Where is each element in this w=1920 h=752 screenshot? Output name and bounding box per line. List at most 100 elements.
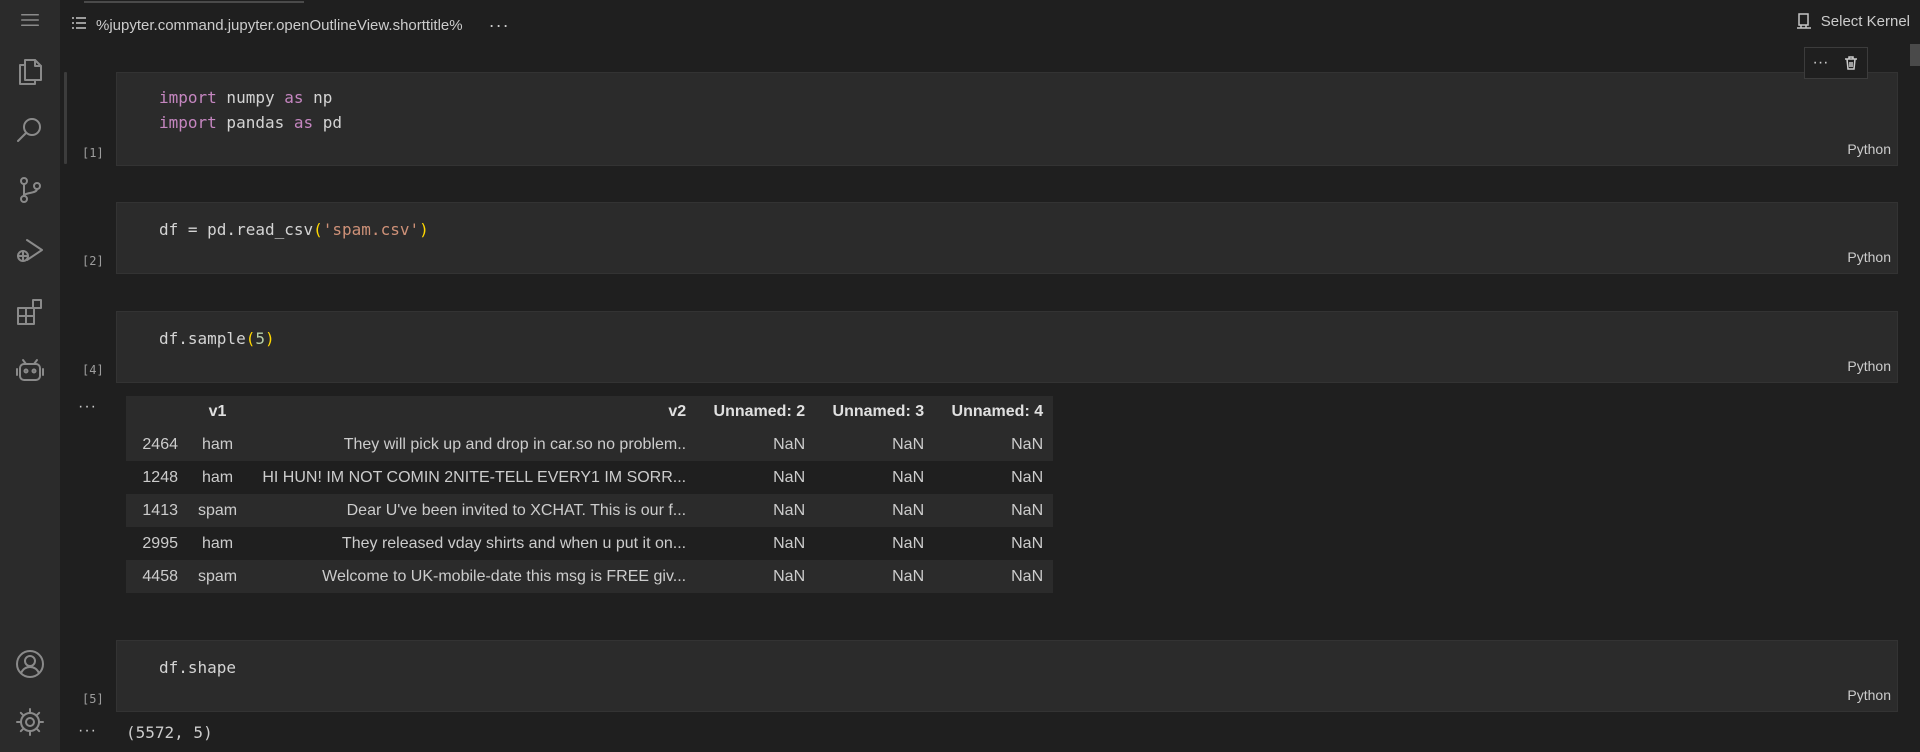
code-line[interactable]: df = pd.read_csv('spam.csv') [159, 217, 429, 242]
code-cell-2[interactable]: df = pd.read_csv('spam.csv') Python [116, 202, 1898, 274]
code-line[interactable]: import numpy as np [159, 85, 332, 110]
code-cell-1[interactable]: import numpy as np import pandas as pd P… [116, 72, 1898, 166]
source-control-icon[interactable] [0, 166, 60, 214]
paren: ) [264, 329, 275, 348]
dataframe-table: v1 v2 Unnamed: 2 Unnamed: 3 Unnamed: 4 2… [126, 396, 1054, 593]
table-row: 1413 spam Dear U've been invited to XCHA… [126, 494, 1054, 527]
execution-count: [1] [82, 146, 104, 160]
search-icon[interactable] [0, 106, 60, 154]
alias: pd [313, 113, 343, 132]
row-index: 1413 [126, 494, 188, 527]
table-cell: NaN [934, 527, 1054, 560]
code-cell-3[interactable]: df.sample(5) Python [116, 311, 1898, 383]
table-cell: NaN [934, 461, 1054, 494]
table-cell: ham [188, 428, 248, 461]
table-cell: NaN [815, 428, 935, 461]
code-cell-4[interactable]: df.shape Python [116, 640, 1898, 712]
table-cell: Dear U've been invited to XCHAT. This is… [247, 494, 697, 527]
table-cell: ham [188, 461, 248, 494]
shape-output: (5572, 5) [126, 723, 213, 742]
select-kernel-label: Select Kernel [1820, 12, 1910, 30]
outline-view-button[interactable]: %jupyter.command.jupyter.openOutlineView… [96, 17, 463, 34]
module-name: pandas [216, 113, 294, 132]
execution-count: [4] [82, 363, 104, 377]
row-index: 4458 [126, 560, 188, 593]
select-kernel-button[interactable]: Select Kernel [1795, 12, 1910, 30]
code-line[interactable]: df.shape [159, 655, 236, 680]
table-cell: NaN [815, 527, 935, 560]
row-index: 2995 [126, 527, 188, 560]
column-header: Unnamed: 2 [696, 396, 816, 428]
cell-language[interactable]: Python [1847, 249, 1891, 265]
code-line[interactable]: import pandas as pd [159, 110, 342, 135]
table-cell: They released vday shirts and when u put… [247, 527, 697, 560]
code-line[interactable]: df.sample(5) [159, 326, 275, 351]
delete-cell-icon[interactable] [1843, 55, 1859, 71]
table-cell: NaN [815, 461, 935, 494]
table-cell: NaN [934, 428, 1054, 461]
output-more-button[interactable]: ··· [78, 398, 97, 416]
run-debug-icon[interactable] [0, 226, 60, 274]
table-cell: NaN [934, 560, 1054, 593]
table-row: 2464 ham They will pick up and drop in c… [126, 428, 1054, 461]
module-name: numpy [216, 88, 285, 107]
breadcrumb [84, 0, 324, 6]
menu-icon[interactable] [0, 0, 60, 40]
extensions-icon[interactable] [0, 288, 60, 336]
cell-more-button[interactable]: ··· [1813, 54, 1829, 72]
table-cell: NaN [815, 494, 935, 527]
table-cell: NaN [696, 428, 816, 461]
table-cell: HI HUN! IM NOT COMIN 2NITE-TELL EVERY1 I… [247, 461, 697, 494]
cell-language[interactable]: Python [1847, 687, 1891, 703]
paren: ( [245, 329, 256, 348]
cell-language[interactable]: Python [1847, 358, 1891, 374]
table-cell: spam [188, 494, 248, 527]
account-icon[interactable] [0, 640, 60, 688]
table-cell: NaN [815, 560, 935, 593]
notebook-toolbar: %jupyter.command.jupyter.openOutlineView… [70, 10, 510, 40]
table-row: 2995 ham They released vday shirts and w… [126, 527, 1054, 560]
column-header: Unnamed: 4 [934, 396, 1054, 428]
execution-count: [2] [82, 254, 104, 268]
outline-list-icon[interactable] [70, 14, 88, 37]
execution-count: [5] [82, 692, 104, 706]
table-header-row: v1 v2 Unnamed: 2 Unnamed: 3 Unnamed: 4 [126, 396, 1054, 428]
keyword: as [284, 88, 304, 107]
keyword: as [293, 113, 314, 132]
cell-toolbar: ··· [1804, 47, 1868, 79]
kernel-icon [1796, 13, 1811, 29]
number-literal: 5 [255, 329, 265, 348]
cell-language[interactable]: Python [1847, 141, 1891, 157]
copilot-icon[interactable] [0, 346, 60, 394]
activity-bar [0, 0, 60, 752]
column-header: Unnamed: 3 [815, 396, 935, 428]
table-cell: NaN [696, 560, 816, 593]
table-cell: spam [188, 560, 248, 593]
table-cell: ham [188, 527, 248, 560]
notebook-editor: %jupyter.command.jupyter.openOutlineView… [60, 0, 1920, 752]
table-cell: NaN [696, 461, 816, 494]
toolbar-more-button[interactable]: ··· [489, 15, 510, 36]
table-row: 1248 ham HI HUN! IM NOT COMIN 2NITE-TELL… [126, 461, 1054, 494]
column-header: v2 [247, 396, 697, 428]
string-literal: 'spam.csv' [322, 220, 420, 239]
table-cell: They will pick up and drop in car.so no … [247, 428, 697, 461]
table-cell: NaN [696, 494, 816, 527]
table-cell: Welcome to UK-mobile-date this msg is FR… [247, 560, 697, 593]
explorer-icon[interactable] [0, 48, 60, 96]
code-text: df = pd.read_csv [159, 220, 314, 239]
column-header: v1 [188, 396, 248, 428]
keyword: import [159, 113, 217, 132]
scrollbar-thumb[interactable] [1910, 44, 1920, 66]
table-cell: NaN [934, 494, 1054, 527]
table-cell: NaN [696, 527, 816, 560]
paren: ) [419, 220, 429, 239]
output-more-button[interactable]: ··· [78, 722, 97, 740]
code-text: df.sample [159, 329, 246, 348]
row-index: 1248 [126, 461, 188, 494]
settings-gear-icon[interactable] [0, 698, 60, 746]
keyword: import [159, 88, 217, 107]
paren: ( [313, 220, 323, 239]
alias: np [303, 88, 333, 107]
column-header [126, 396, 188, 428]
